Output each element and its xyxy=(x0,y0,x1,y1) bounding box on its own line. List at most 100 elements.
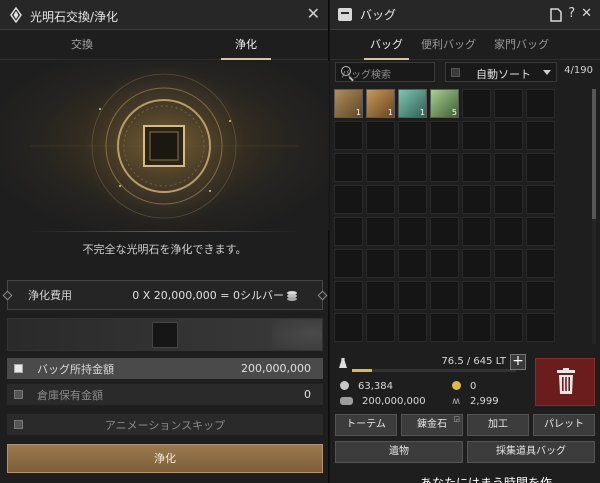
weight-text: 76.5 / 645 LT xyxy=(441,356,506,367)
bag-empty-slot[interactable] xyxy=(334,153,363,182)
item-count: 5 xyxy=(451,108,457,117)
trash-button[interactable] xyxy=(535,358,595,406)
bag-item-slot[interactable]: 1 xyxy=(334,89,363,118)
checkbox-storage-money[interactable] xyxy=(14,390,23,399)
bag-empty-slot[interactable] xyxy=(430,281,459,310)
bag-empty-slot[interactable] xyxy=(526,217,555,246)
tab-family-bag[interactable]: 家門バッグ xyxy=(494,30,549,59)
bag-empty-slot[interactable] xyxy=(462,281,491,310)
search-icon[interactable] xyxy=(341,66,351,76)
help-icon[interactable]: ? xyxy=(568,6,575,22)
bag-empty-slot[interactable] xyxy=(366,185,395,214)
expand-weight-button[interactable]: + xyxy=(510,354,526,370)
bag-empty-slot[interactable] xyxy=(334,249,363,278)
bag-empty-slot[interactable] xyxy=(494,313,523,342)
subtitle-text: あなたにはまう時間を作 xyxy=(420,476,553,483)
bag-empty-slot[interactable] xyxy=(366,249,395,278)
gathering-tool-bag-button[interactable]: 採集道具バッグ xyxy=(467,441,595,463)
bag-empty-slot[interactable] xyxy=(462,185,491,214)
palette-button[interactable]: パレット xyxy=(533,414,595,436)
purify-cost-label: 浄化費用 xyxy=(28,289,72,302)
bag-empty-slot[interactable] xyxy=(462,89,491,118)
bag-empty-slot[interactable] xyxy=(494,185,523,214)
tab-convenient-bag[interactable]: 便利バッグ xyxy=(421,30,476,59)
totem-button[interactable]: トーテム xyxy=(335,414,397,436)
purify-titlebar: 光明石交換/浄化 ✕ xyxy=(0,0,328,30)
bag-empty-slot[interactable] xyxy=(334,217,363,246)
bag-empty-slot[interactable] xyxy=(398,249,427,278)
bag-empty-slot[interactable] xyxy=(526,313,555,342)
option-bag-money[interactable]: バッグ所持金額 200,000,000 xyxy=(7,358,323,379)
item-count: 1 xyxy=(419,108,425,117)
weight-bar-fill xyxy=(352,369,372,372)
lightstone-slot[interactable] xyxy=(152,322,178,348)
auto-sort-label: 自動ソート xyxy=(476,68,531,81)
alchemy-stone-button[interactable]: 錬金石 ◲ xyxy=(401,414,463,436)
bag-empty-slot[interactable] xyxy=(494,217,523,246)
auto-sort-checkbox[interactable] xyxy=(451,68,460,77)
bank-silver-value: 200,000,000 xyxy=(362,396,426,407)
bag-empty-slot[interactable] xyxy=(462,249,491,278)
bag-item-slot[interactable]: 1 xyxy=(398,89,427,118)
bag-empty-slot[interactable] xyxy=(430,185,459,214)
bag-empty-slot[interactable] xyxy=(462,121,491,150)
bag-empty-slot[interactable] xyxy=(398,153,427,182)
bag-empty-slot[interactable] xyxy=(398,313,427,342)
bag-empty-slot[interactable] xyxy=(494,249,523,278)
bag-empty-slot[interactable] xyxy=(334,121,363,150)
document-icon[interactable] xyxy=(550,8,562,22)
bag-empty-slot[interactable] xyxy=(398,121,427,150)
option-skip-animation[interactable]: アニメーションスキップ xyxy=(7,414,323,435)
bag-empty-slot[interactable] xyxy=(462,217,491,246)
bag-empty-slot[interactable] xyxy=(430,313,459,342)
bag-empty-slot[interactable] xyxy=(494,121,523,150)
bag-empty-slot[interactable] xyxy=(398,185,427,214)
bag-empty-slot[interactable] xyxy=(430,249,459,278)
bag-item-slot[interactable]: 1 xyxy=(366,89,395,118)
bag-empty-slot[interactable] xyxy=(494,153,523,182)
processing-button[interactable]: 加工 xyxy=(467,414,529,436)
item-count: 1 xyxy=(355,108,361,117)
bag-search-input[interactable]: バッグ検索 xyxy=(335,62,435,82)
bag-empty-slot[interactable] xyxy=(526,185,555,214)
bag-empty-slot[interactable] xyxy=(526,89,555,118)
bag-scrollbar[interactable] xyxy=(592,89,596,344)
mileage-amount: ʍ 2,999 xyxy=(452,396,499,407)
bag-item-slot[interactable]: 5 xyxy=(430,89,459,118)
bag-empty-slot[interactable] xyxy=(366,281,395,310)
bag-empty-slot[interactable] xyxy=(462,153,491,182)
bag-empty-slot[interactable] xyxy=(398,281,427,310)
bag-empty-slot[interactable] xyxy=(526,281,555,310)
bag-empty-slot[interactable] xyxy=(430,121,459,150)
bag-empty-slot[interactable] xyxy=(334,281,363,310)
auto-sort-dropdown[interactable]: 自動ソート xyxy=(445,62,557,82)
tab-exchange[interactable]: 交換 xyxy=(0,30,164,59)
bag-empty-slot[interactable] xyxy=(462,313,491,342)
bag-empty-slot[interactable] xyxy=(430,153,459,182)
bag-scroll-thumb[interactable] xyxy=(592,89,596,219)
tab-purify[interactable]: 浄化 xyxy=(164,30,328,60)
bag-empty-slot[interactable] xyxy=(366,217,395,246)
ornament-diamond-left xyxy=(2,290,13,301)
relic-button[interactable]: 遺物 xyxy=(335,441,463,463)
close-icon[interactable]: ✕ xyxy=(581,6,592,22)
bag-empty-slot[interactable] xyxy=(366,153,395,182)
purify-button[interactable]: 浄化 xyxy=(7,444,323,473)
bag-empty-slot[interactable] xyxy=(334,313,363,342)
option-storage-money[interactable]: 倉庫保有金額 0 xyxy=(7,384,323,405)
bag-empty-slot[interactable] xyxy=(334,185,363,214)
bag-empty-slot[interactable] xyxy=(526,153,555,182)
item-count: 1 xyxy=(387,108,393,117)
bag-empty-slot[interactable] xyxy=(494,89,523,118)
bag-empty-slot[interactable] xyxy=(526,249,555,278)
tab-bag[interactable]: バッグ xyxy=(364,30,409,60)
bag-tabs: バッグ 便利バッグ 家門バッグ xyxy=(330,30,600,60)
bag-empty-slot[interactable] xyxy=(366,313,395,342)
bag-empty-slot[interactable] xyxy=(526,121,555,150)
checkbox-bag-money[interactable] xyxy=(14,364,23,373)
bag-empty-slot[interactable] xyxy=(398,217,427,246)
bag-empty-slot[interactable] xyxy=(430,217,459,246)
purify-close-icon[interactable]: ✕ xyxy=(307,6,320,22)
bag-empty-slot[interactable] xyxy=(494,281,523,310)
bag-empty-slot[interactable] xyxy=(366,121,395,150)
